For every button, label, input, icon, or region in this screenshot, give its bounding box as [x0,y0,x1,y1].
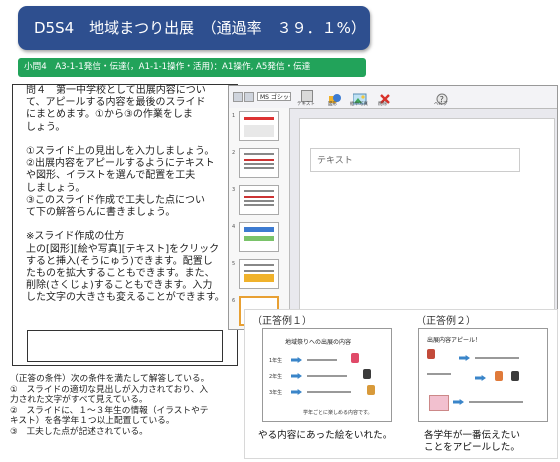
slide-thumbnail-2[interactable] [239,148,279,178]
ribbon-label-picture: 絵や写真 [350,102,368,107]
arrow-icon [291,357,302,363]
illustration-icon [363,369,371,379]
example-2-slide: 出展内容アピール！ [418,328,548,422]
example-1-slide: 地域祭りへの出展の内容 1年生 2年生 3年生 学年ごとに楽しめる内容です。 [262,328,392,422]
text-line [427,373,451,375]
slide-thumbnail-5[interactable] [239,259,279,289]
slide-title-placeholder[interactable]: テキスト [310,148,520,172]
text-line [307,375,347,377]
example-2-label: （正答例２） [416,316,476,327]
slide-editor-window: MS ゴシック テキスト 図形 絵や写真 削除 ? ヘルプ 1 2 3 [228,85,558,330]
thumb-number: 6 [232,298,236,304]
text-line [307,391,351,393]
example-2-caption: 各学年が一番伝えたい ことをアピールした。 [424,430,520,453]
font-select[interactable]: MS ゴシック [257,92,291,101]
thumb-number: 1 [232,113,236,119]
thumb-number: 2 [232,150,236,156]
slide-thumbnail-1[interactable] [239,111,279,141]
example-1-slide-title: 地域祭りへの出展の内容 [285,339,352,346]
question-tag-bar: 小問4 A3-1-1発信・伝達(，A1-1-1操作・活用)：A1操作, A5発信… [18,58,366,77]
arrow-icon [291,373,302,379]
text-line [475,357,519,359]
toolbar-ribbon: MS ゴシック テキスト 図形 絵や写真 削除 ? ヘルプ [229,86,557,109]
example-1-footer: 学年ごとに楽しめる内容です。 [303,410,373,416]
ribbon-label-shape: 図形 [328,102,337,107]
section-title-banner: D5S4 地域まつり出展 （通過率 ３９．１%） [18,6,370,50]
ribbon-label-text: テキスト [297,102,315,107]
photo-icon [429,395,449,411]
question-text: 問４ 第一中学校として出展内容につい て、アピールする内容を最後のスライド にま… [26,85,225,304]
arrow-icon [291,389,302,395]
undo-icon[interactable] [233,92,243,102]
answer-input-box[interactable] [27,330,223,362]
illustration-icon [511,371,519,381]
grade-row-label: 1年生 [269,358,283,364]
illustration-icon [351,353,359,363]
grade-row-label: 2年生 [269,374,283,380]
redo-icon[interactable] [244,92,254,102]
example-1-caption: やる内容にあった絵をいれた。 [258,430,393,441]
text-line [307,359,337,361]
example-1-label: （正答例１） [252,316,312,327]
arrow-icon [453,399,464,405]
ribbon-label-help: ヘルプ [434,102,448,107]
arrow-icon [459,355,470,361]
thumb-number: 4 [232,224,236,230]
arrow-icon [475,375,486,381]
illustration-icon [495,371,503,381]
ribbon-label-delete: 削除 [378,102,387,107]
example-2-slide-title: 出展内容アピール！ [427,337,482,344]
slide-thumbnail-4[interactable] [239,222,279,252]
slide-thumbnail-pane: 1 2 3 4 5 6 [229,108,290,329]
grade-row-label: 3年生 [269,390,283,396]
text-line [469,401,523,403]
thumb-number: 3 [232,187,236,193]
slide-thumbnail-3[interactable] [239,185,279,215]
thumb-number: 5 [232,261,236,267]
correct-answer-conditions: （正答の条件）次の条件を満たして解答している。 ① スライドの適切な見出しが入力… [10,374,210,437]
illustration-icon [367,385,375,395]
illustration-icon [427,349,435,359]
